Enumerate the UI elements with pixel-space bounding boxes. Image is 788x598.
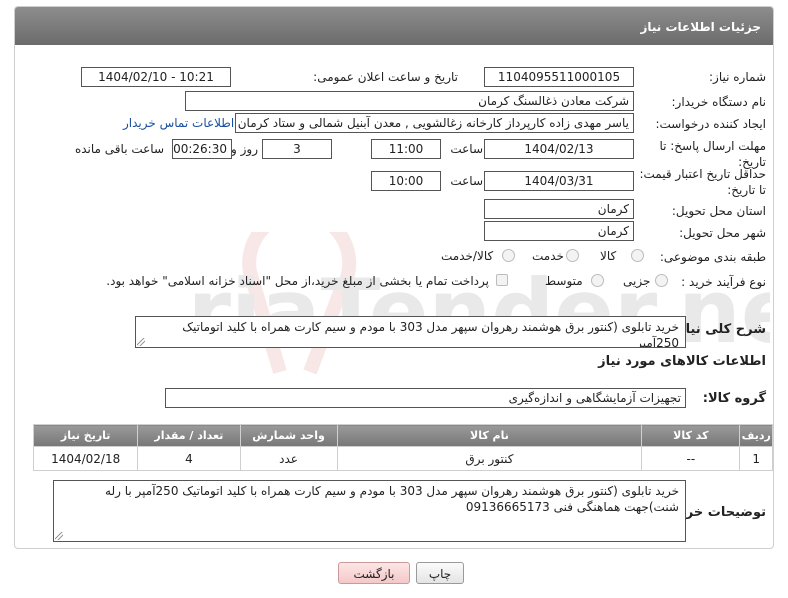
need-number-field[interactable]: 1104095511000105 bbox=[484, 67, 634, 87]
announce-label: تاریخ و ساعت اعلان عمومی: bbox=[313, 70, 458, 84]
table-header-row: ردیف کد کالا نام کالا واحد شمارش تعداد /… bbox=[32, 424, 773, 447]
purchase-type-label: نوع فرآیند خرید : bbox=[681, 275, 766, 289]
header-item-name: نام کالا bbox=[336, 424, 643, 447]
price-hour-label: ساعت bbox=[450, 174, 483, 188]
cell-row-number: 1 bbox=[739, 446, 773, 471]
treasury-checkbox[interactable] bbox=[496, 274, 508, 286]
cell-quantity: 4 bbox=[137, 446, 241, 471]
header-quantity: تعداد / مقدار bbox=[137, 424, 241, 447]
price-deadline-label: حداقل تاریخ اعتبار قیمت: تا تاریخ: bbox=[639, 167, 766, 197]
cell-unit: عدد bbox=[239, 446, 338, 471]
contact-buyer-link[interactable]: اطلاعات تماس خریدار bbox=[123, 116, 234, 130]
buyer-org-label: نام دستگاه خریدار: bbox=[671, 95, 767, 109]
requester-label: ایجاد کننده درخواست: bbox=[655, 117, 766, 131]
category-option-service: خدمت bbox=[532, 249, 564, 263]
buyer-notes-textarea[interactable]: خرید تابلوی (کنتور برق هوشمند رهروان سپه… bbox=[53, 480, 686, 542]
province-label: استان محل تحویل: bbox=[671, 204, 766, 218]
resize-handle-icon[interactable] bbox=[137, 338, 145, 346]
category-option-goods: کالا bbox=[600, 249, 617, 263]
category-radio-goods-service[interactable] bbox=[502, 249, 515, 262]
purchase-radio-medium[interactable] bbox=[591, 274, 604, 287]
reply-date-field[interactable]: 1404/02/13 bbox=[484, 139, 634, 159]
purchase-option-minor: جزیی bbox=[623, 274, 651, 288]
cell-item-code: -- bbox=[641, 446, 741, 471]
print-button[interactable]: چاپ bbox=[416, 562, 464, 584]
goods-group-label: گروه کالا: bbox=[702, 391, 766, 406]
reply-hour-label: ساعت bbox=[450, 142, 483, 156]
table-row[interactable]: 1 -- کنتور برق عدد 4 1404/02/18 bbox=[32, 446, 773, 471]
need-number-label: شماره نیاز: bbox=[709, 70, 766, 84]
city-field[interactable]: کرمان bbox=[484, 221, 634, 241]
purchase-radio-minor[interactable] bbox=[655, 274, 668, 287]
header-need-date: تاریخ نیاز bbox=[32, 424, 139, 447]
price-date-field[interactable]: 1404/03/31 bbox=[484, 171, 634, 191]
days-label: روز و bbox=[231, 142, 258, 156]
price-time-field[interactable]: 10:00 bbox=[371, 171, 441, 191]
time-remaining-label: ساعت باقی مانده bbox=[74, 142, 164, 156]
category-label: طبقه بندی موضوعی: bbox=[659, 250, 766, 264]
buyer-org-field[interactable]: شرکت معادن ذغالسنگ کرمان bbox=[185, 91, 634, 111]
purchase-option-medium: متوسط bbox=[545, 274, 583, 288]
goods-section-title: اطلاعات کالاهای مورد نیاز bbox=[598, 354, 766, 369]
notes-resize-handle-icon[interactable] bbox=[55, 532, 63, 540]
time-remaining-field[interactable]: 00:26:30 bbox=[172, 139, 232, 159]
description-label: شرح کلی نیاز: bbox=[672, 322, 766, 337]
goods-group-field[interactable]: تجهیزات آزمایشگاهی و اندازه‌گیری bbox=[165, 388, 686, 408]
cell-need-date: 1404/02/18 bbox=[32, 446, 139, 471]
requester-field[interactable]: یاسر مهدی زاده کارپرداز کارخانه زغالشویی… bbox=[235, 113, 634, 133]
reply-time-field[interactable]: 11:00 bbox=[371, 139, 441, 159]
header-unit: واحد شمارش bbox=[239, 424, 338, 447]
back-button[interactable]: بازگشت bbox=[338, 562, 410, 584]
city-label: شهر محل تحویل: bbox=[679, 226, 766, 240]
panel-title: جزئیات اطلاعات نیاز bbox=[15, 7, 773, 45]
header-item-code: کد کالا bbox=[641, 424, 741, 447]
category-radio-goods[interactable] bbox=[631, 249, 644, 262]
goods-table: ردیف کد کالا نام کالا واحد شمارش تعداد /… bbox=[32, 424, 773, 471]
province-field[interactable]: کرمان bbox=[484, 199, 634, 219]
category-radio-service[interactable] bbox=[566, 249, 579, 262]
days-remaining-field[interactable]: 3 bbox=[262, 139, 332, 159]
treasury-note: پرداخت تمام یا بخشی از مبلغ خرید،از محل … bbox=[106, 274, 489, 288]
description-textarea[interactable]: خرید تابلوی (کنتور برق هوشمند رهروان سپه… bbox=[135, 316, 686, 348]
cell-item-name: کنتور برق bbox=[336, 446, 643, 471]
announce-datetime-field[interactable]: 1404/02/10 - 10:21 bbox=[81, 67, 231, 87]
header-row-number: ردیف bbox=[739, 424, 773, 447]
category-option-goods-service: کالا/خدمت bbox=[441, 249, 494, 263]
